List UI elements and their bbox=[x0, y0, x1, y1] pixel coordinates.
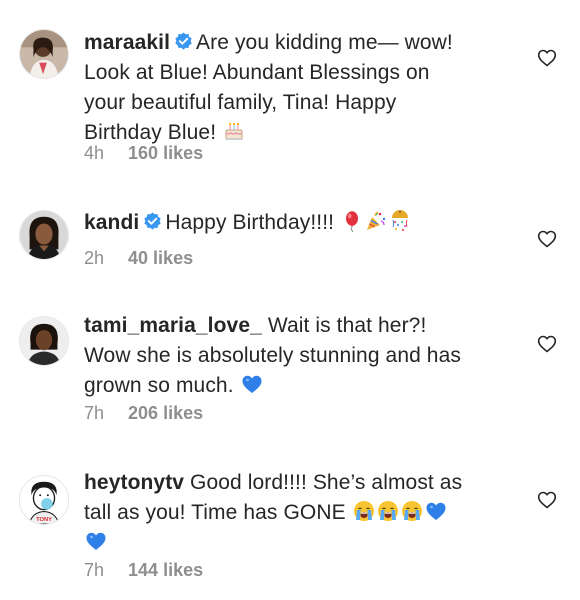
heart-outline-icon[interactable] bbox=[537, 48, 557, 68]
comment-item: kandi Happy Birthday!!!! 2h 40 likes bbox=[0, 180, 580, 280]
likes-count[interactable]: 144 likes bbox=[128, 560, 203, 580]
comment-item: TONY heytonytv Good lord!!!! She’s almos… bbox=[0, 440, 580, 600]
comment-line: Good lord!!!! She’s almost as bbox=[190, 471, 463, 494]
likes-count[interactable]: 206 likes bbox=[128, 403, 203, 423]
timestamp[interactable]: 2h bbox=[84, 248, 104, 269]
blue-heart-emoji bbox=[241, 373, 263, 395]
comment-item: tami_maria_love_ Wait is that her?! Wow … bbox=[0, 280, 580, 440]
comment-text: maraakil Are you kidding me— wow! Look at… bbox=[84, 28, 524, 148]
confetti-ball-emoji bbox=[389, 210, 411, 232]
comment-text: kandi Happy Birthday!!!! bbox=[84, 208, 524, 238]
likes-count[interactable]: 40 likes bbox=[128, 248, 193, 268]
avatar-image: TONY bbox=[20, 476, 68, 524]
comment-line: Birthday Blue! bbox=[84, 121, 217, 144]
blue-heart-emoji bbox=[425, 500, 447, 522]
likes-count[interactable]: 160 likes bbox=[128, 143, 203, 163]
comment-line: Are you kidding me— wow! bbox=[196, 31, 453, 54]
avatar[interactable]: TONY bbox=[19, 475, 69, 525]
heart-outline-icon[interactable] bbox=[537, 334, 557, 354]
comment-meta: 2h 40 likes bbox=[84, 248, 193, 269]
username[interactable]: heytonytv bbox=[84, 471, 184, 494]
comment-text: heytonytv Good lord!!!! She’s almost as … bbox=[84, 468, 524, 558]
comment-line: your beautiful family, Tina! Happy bbox=[84, 91, 397, 114]
comment-line: Happy Birthday!!!! bbox=[165, 211, 335, 234]
verified-badge-icon bbox=[174, 32, 193, 51]
comment-item: maraakil Are you kidding me— wow! Look at… bbox=[0, 0, 580, 180]
balloon-emoji bbox=[341, 210, 363, 232]
avatar[interactable] bbox=[19, 316, 69, 366]
birthday-cake-emoji bbox=[223, 120, 245, 142]
username[interactable]: maraakil bbox=[84, 31, 170, 54]
username[interactable]: tami_maria_love_ bbox=[84, 314, 262, 337]
heart-outline-icon[interactable] bbox=[537, 490, 557, 510]
comment-meta: 7h 206 likes bbox=[84, 403, 203, 424]
avatar-image bbox=[20, 211, 68, 259]
verified-badge-icon bbox=[143, 212, 162, 231]
comment-text: tami_maria_love_ Wait is that her?! Wow … bbox=[84, 311, 524, 401]
party-popper-emoji bbox=[365, 210, 387, 232]
timestamp[interactable]: 4h bbox=[84, 143, 104, 164]
heart-outline-icon[interactable] bbox=[537, 229, 557, 249]
comment-meta: 4h 160 likes bbox=[84, 143, 203, 164]
username[interactable]: kandi bbox=[84, 211, 139, 234]
timestamp[interactable]: 7h bbox=[84, 403, 104, 424]
avatar-image bbox=[20, 30, 68, 78]
avatar[interactable] bbox=[19, 29, 69, 79]
loudly-crying-face-emoji bbox=[353, 500, 375, 522]
comment-meta: 7h 144 likes bbox=[84, 560, 203, 581]
comment-line: tall as you! Time has GONE bbox=[84, 501, 346, 524]
avatar-logo-text: TONY bbox=[36, 517, 52, 523]
comment-line: Wait is that her?! bbox=[267, 314, 427, 337]
loudly-crying-face-emoji bbox=[377, 500, 399, 522]
avatar-image bbox=[20, 317, 68, 365]
comment-line: grown so much. bbox=[84, 374, 234, 397]
loudly-crying-face-emoji bbox=[401, 500, 423, 522]
comment-line: Look at Blue! Abundant Blessings on bbox=[84, 61, 430, 84]
blue-heart-emoji bbox=[85, 530, 107, 552]
timestamp[interactable]: 7h bbox=[84, 560, 104, 581]
avatar[interactable] bbox=[19, 210, 69, 260]
comment-line: Wow she is absolutely stunning and has bbox=[84, 344, 461, 367]
